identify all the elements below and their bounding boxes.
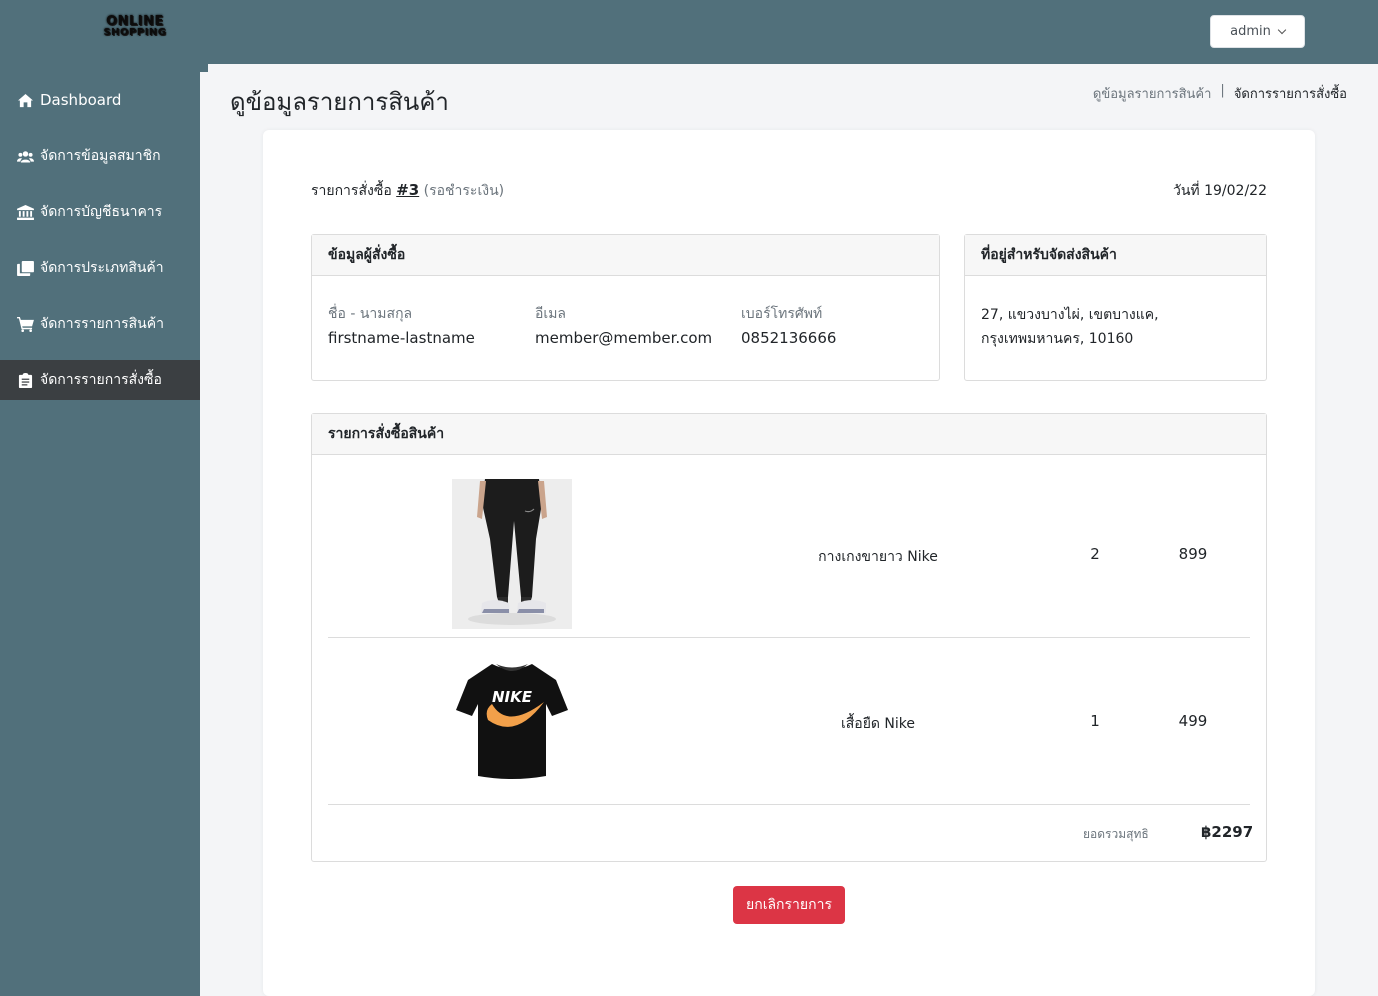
cancel-order-button[interactable]: ยกเลิกรายการ [733,886,845,924]
sidebar-item-label: จัดการประเภทสินค้า [40,260,164,276]
buyer-email-value: member@member.com [535,329,713,347]
breadcrumb-link[interactable]: ดูข้อมูลรายการสินค้า [1093,83,1212,104]
breadcrumb-current: จัดการรายการสั่งซื้อ [1233,87,1347,102]
product-name: กางเกงขายาว Nike [818,549,938,565]
product-quantity: 1 [1090,712,1100,730]
shipping-address-heading: ที่อยู่สำหรับจัดส่งสินค้า [965,235,1266,276]
order-items-panel: รายการสั่งซื้อสินค้า กางเกงขายาว Nike 2 … [311,413,1267,862]
order-number-link[interactable]: #3 [396,181,419,199]
shipping-address-line-2: กรุงเทพมหานคร, 10160 [981,331,1134,347]
shipping-address-line-1: 27, แขวงบางไผ่, เขตบางแค, [981,307,1159,323]
user-menu-label: admin [1230,24,1271,39]
order-summary-line: รายการสั่งซื้อ #3 (รอชำระเงิน) [311,180,504,202]
order-status: (รอชำระเงิน) [423,183,505,199]
sidebar-item-label: Dashboard [40,91,122,109]
page-title: ดูข้อมูลรายการสินค้า [230,88,449,116]
bank-icon [16,204,34,220]
sidebar-item-products[interactable]: จัดการรายการสินค้า [0,304,200,344]
logo-line-1: ONLINE [106,14,164,29]
sidebar-item-label: จัดการรายการสั่งซื้อ [40,372,162,388]
logo-line-2: SHOPPING [103,27,167,38]
sidebar-item-label: จัดการข้อมูลสมาชิก [40,148,161,164]
buyer-name-label: ชื่อ - นามสกุล [328,306,413,322]
order-items-heading: รายการสั่งซื้อสินค้า [312,414,1266,455]
buyer-email-field: อีเมล member@member.com [535,303,712,347]
product-image-pants [452,479,572,629]
shipping-address: 27, แขวงบางไผ่, เขตบางแค, กรุงเทพมหานคร,… [981,303,1159,351]
top-navbar: ONLINE SHOPPING admin [0,0,1378,64]
sidebar: Dashboard จัดการข้อมูลสมาชิก จัดการบัญชี… [0,64,208,996]
buyer-phone-field: เบอร์โทรศัพท์ 0852136666 [741,303,836,347]
order-total-label: ยอดรวมสุทธิ [1083,827,1149,841]
shipping-address-panel: ที่อยู่สำหรับจัดส่งสินค้า 27, แขวงบางไผ่… [964,234,1267,381]
svg-text:NIKE: NIKE [492,688,533,706]
product-image-tshirt: NIKE [452,658,572,808]
buyer-info-heading: ข้อมูลผู้สั่งซื้อ [312,235,939,276]
order-item-row: NIKE เสื้อยืด Nike 1 499 [328,638,1250,805]
sidebar-item-members[interactable]: จัดการข้อมูลสมาชิก [0,136,200,176]
home-icon [16,92,34,108]
sidebar-item-bank-accounts[interactable]: จัดการบัญชีธนาคาร [0,192,200,232]
buyer-name-value: firstname-lastname [328,329,475,347]
buyer-phone-value: 0852136666 [741,329,837,347]
order-prefix: รายการสั่งซื้อ [311,183,392,199]
order-item-row: กางเกงขายาว Nike 2 899 [328,471,1250,638]
product-quantity: 2 [1090,545,1100,563]
sidebar-item-label: จัดการบัญชีธนาคาร [40,204,163,220]
sidebar-item-dashboard[interactable]: Dashboard [0,80,200,120]
breadcrumb-separator: | [1220,83,1225,98]
sidebar-item-categories[interactable]: จัดการประเภทสินค้า [0,248,200,288]
product-name: เสื้อยืด Nike [840,716,916,732]
buyer-info-panel: ข้อมูลผู้สั่งซื้อ ชื่อ - นามสกุล firstna… [311,234,940,381]
cart-icon [16,316,34,332]
order-total-value: ฿2297 [1201,823,1254,841]
user-menu-button[interactable]: admin [1210,15,1305,48]
product-price: 899 [1178,545,1208,563]
order-date: วันที่ 19/02/22 [1173,183,1267,199]
buyer-phone-label: เบอร์โทรศัพท์ [741,306,823,322]
chevron-down-icon [1277,25,1287,35]
breadcrumb: ดูข้อมูลรายการสินค้า | จัดการรายการสั่งซ… [1093,83,1347,104]
sidebar-item-orders[interactable]: จัดการรายการสั่งซื้อ [0,360,200,400]
copy-icon [16,260,34,276]
buyer-name-field: ชื่อ - นามสกุล firstname-lastname [328,303,475,347]
buyer-email-label: อีเมล [535,306,567,322]
users-icon [16,148,34,164]
clipboard-icon [16,372,34,388]
sidebar-item-label: จัดการรายการสินค้า [40,316,164,332]
product-price: 499 [1178,712,1208,730]
site-logo[interactable]: ONLINE SHOPPING [98,14,172,42]
